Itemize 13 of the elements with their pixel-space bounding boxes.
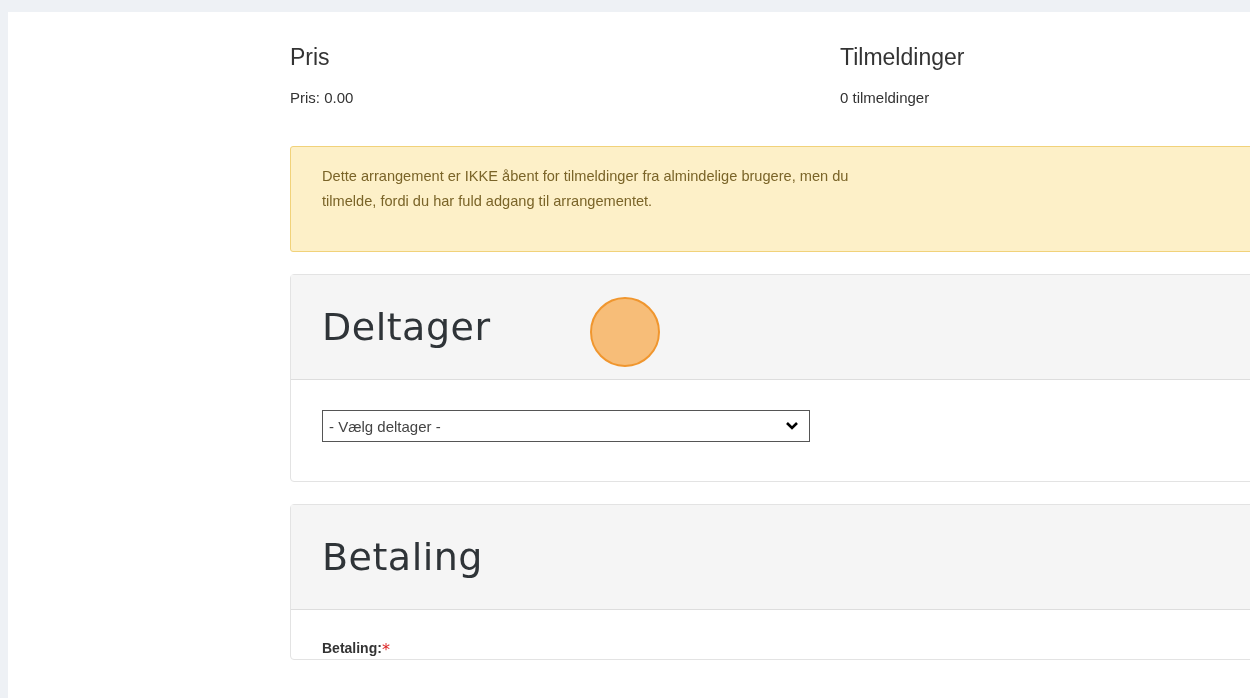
field-label: Betaling:: [322, 640, 382, 658]
required-mark: *: [381, 640, 390, 659]
summary-value: Pris: 0.00: [290, 89, 355, 106]
section-heading: Pris: [290, 44, 331, 71]
participant-dropdown[interactable]: - Vælg deltager -: [322, 410, 810, 442]
alert-text: tilmelde, fordi du har fuld adgang til arrangementet.: [322, 192, 654, 211]
card-title: Deltager: [322, 305, 491, 349]
chevron-icon: [785, 421, 799, 431]
alert-text: Dette arrangement er IKKE åbent for tilmeldinger fra almindelige brugere, men du: [322, 167, 850, 186]
section-heading: Tilmeldinger: [840, 44, 966, 71]
summary-value: 0 tilmeldinger: [840, 89, 931, 106]
card-title: Betaling: [322, 535, 483, 579]
click-marker: [590, 297, 660, 367]
